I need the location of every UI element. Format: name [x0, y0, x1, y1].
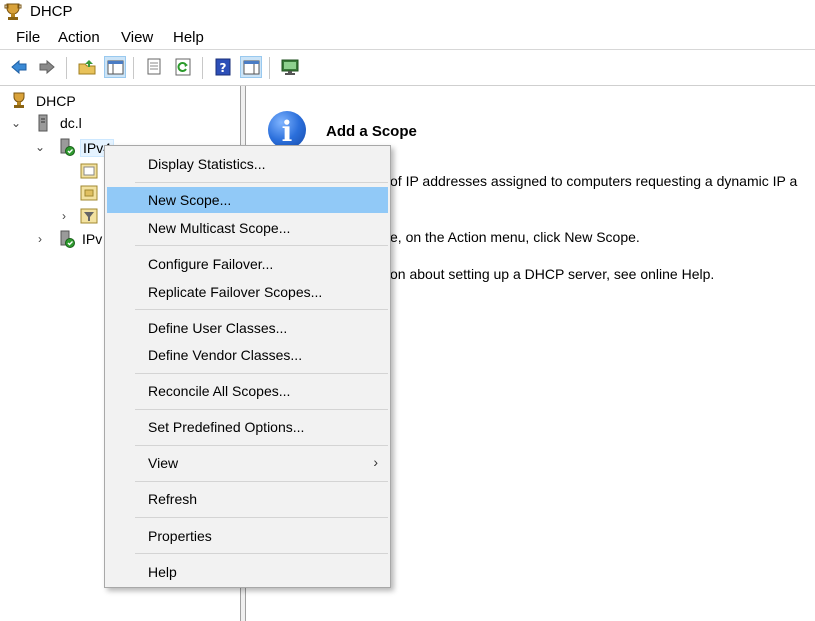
up-folder-icon [78, 60, 96, 75]
help-button[interactable]: ? [212, 56, 234, 78]
menu-item-view[interactable]: View › [107, 450, 388, 476]
monitor-button[interactable] [279, 56, 301, 78]
menu-item-replicate-failover-scopes[interactable]: Replicate Failover Scopes... [107, 279, 388, 305]
menu-item-define-user-classes[interactable]: Define User Classes... [107, 315, 388, 341]
window-title: DHCP [30, 3, 73, 20]
menu-view[interactable]: View [121, 29, 153, 46]
menu-separator [135, 182, 388, 183]
chevron-right-icon[interactable]: › [34, 232, 46, 246]
forward-button[interactable] [36, 56, 58, 78]
menu-item-set-predefined-options[interactable]: Set Predefined Options... [107, 414, 388, 440]
tree-item-server[interactable]: ⌄ dc.l [10, 113, 210, 133]
menu-bar: File Action View Help [0, 24, 815, 50]
menu-item-label: Replicate Failover Scopes... [148, 284, 323, 300]
show-hide-console-tree-icon [107, 60, 124, 75]
menu-help[interactable]: Help [173, 29, 204, 46]
menu-separator [135, 309, 388, 310]
refresh-icon [175, 58, 191, 76]
info-icon: i [268, 111, 306, 149]
menu-item-new-multicast-scope[interactable]: New Multicast Scope... [107, 215, 388, 241]
menu-separator [135, 517, 388, 518]
svg-text:?: ? [220, 61, 227, 75]
menu-item-label: New Multicast Scope... [148, 220, 291, 236]
toolbar-separator [133, 57, 134, 79]
menu-separator [135, 245, 388, 246]
back-arrow-icon [11, 59, 27, 75]
menu-item-new-scope[interactable]: New Scope... [107, 187, 388, 213]
tree-item-label: IPv [82, 231, 103, 247]
menu-separator [135, 445, 388, 446]
policies-folder-icon [80, 185, 98, 201]
description-line-3: on about setting up a DHCP server, see o… [390, 266, 715, 282]
filter-icon [80, 208, 98, 224]
menu-item-help[interactable]: Help [107, 559, 388, 585]
show-hide-action-pane-icon [243, 60, 260, 75]
forward-arrow-icon [39, 59, 55, 75]
dhcp-app-icon [4, 3, 22, 20]
chevron-right-icon[interactable]: › [58, 209, 70, 223]
menu-separator [135, 481, 388, 482]
menu-item-label: Reconcile All Scopes... [148, 383, 291, 399]
menu-item-label: Refresh [148, 491, 198, 507]
menu-item-refresh[interactable]: Refresh [107, 486, 388, 512]
menu-separator [135, 409, 388, 410]
tree-item-ipv4[interactable]: ⌄ IPv4 [34, 137, 115, 157]
tree-item-ipv6[interactable]: › IPv [34, 229, 114, 249]
menu-item-label: Define User Classes... [148, 320, 288, 336]
show-hide-action-pane-button[interactable] [240, 56, 262, 78]
menu-file[interactable]: File [16, 29, 40, 46]
tree-item-label: DHCP [36, 93, 76, 109]
menu-item-label: Help [148, 564, 177, 580]
menu-item-properties[interactable]: Properties [107, 523, 388, 549]
tree-item-label: dc.l [60, 115, 82, 131]
ipv4-server-icon [60, 138, 75, 156]
help-icon: ? [215, 58, 231, 76]
menu-item-define-vendor-classes[interactable]: Define Vendor Classes... [107, 342, 388, 368]
refresh-button[interactable] [172, 56, 194, 78]
show-hide-console-tree-button[interactable] [104, 56, 126, 78]
menu-item-label: Display Statistics... [148, 156, 266, 172]
chevron-down-icon[interactable]: ⌄ [34, 140, 46, 154]
description-line-1: of IP addresses assigned to computers re… [390, 173, 798, 189]
submenu-arrow-icon: › [373, 454, 378, 470]
properties-button[interactable] [143, 56, 165, 78]
menu-item-label: Define Vendor Classes... [148, 347, 303, 363]
monitor-icon [281, 59, 299, 75]
chevron-down-icon[interactable]: ⌄ [10, 116, 22, 130]
description-line-2: e, on the Action menu, click New Scope. [390, 229, 640, 245]
back-button[interactable] [8, 56, 30, 78]
properties-sheet-icon [147, 58, 161, 75]
context-menu: Display Statistics... New Scope... New M… [104, 145, 391, 588]
menu-action[interactable]: Action [58, 29, 100, 46]
menu-item-configure-failover[interactable]: Configure Failover... [107, 251, 388, 277]
toolbar-separator [66, 57, 67, 79]
tree-item-dhcp[interactable]: DHCP [10, 91, 210, 111]
toolbar-separator [269, 57, 270, 79]
add-scope-title: Add a Scope [326, 123, 417, 140]
server-icon [38, 114, 48, 132]
menu-separator [135, 373, 388, 374]
menu-separator [135, 553, 388, 554]
menu-item-reconcile-all-scopes[interactable]: Reconcile All Scopes... [107, 378, 388, 404]
server-options-icon [80, 163, 98, 179]
up-one-level-button[interactable] [76, 56, 98, 78]
menu-item-label: New Scope... [148, 192, 232, 208]
menu-item-label: Properties [148, 528, 212, 544]
dhcp-trophy-icon [13, 92, 25, 108]
menu-item-label: Set Predefined Options... [148, 419, 305, 435]
toolbar: ? [0, 51, 815, 86]
toolbar-separator [202, 57, 203, 79]
menu-item-label: View [148, 455, 179, 471]
menu-item-display-statistics[interactable]: Display Statistics... [107, 151, 388, 177]
menu-item-label: Configure Failover... [148, 256, 274, 272]
menu-divider [0, 49, 815, 50]
ipv6-server-icon [60, 230, 75, 248]
title-bar: DHCP [0, 0, 815, 24]
